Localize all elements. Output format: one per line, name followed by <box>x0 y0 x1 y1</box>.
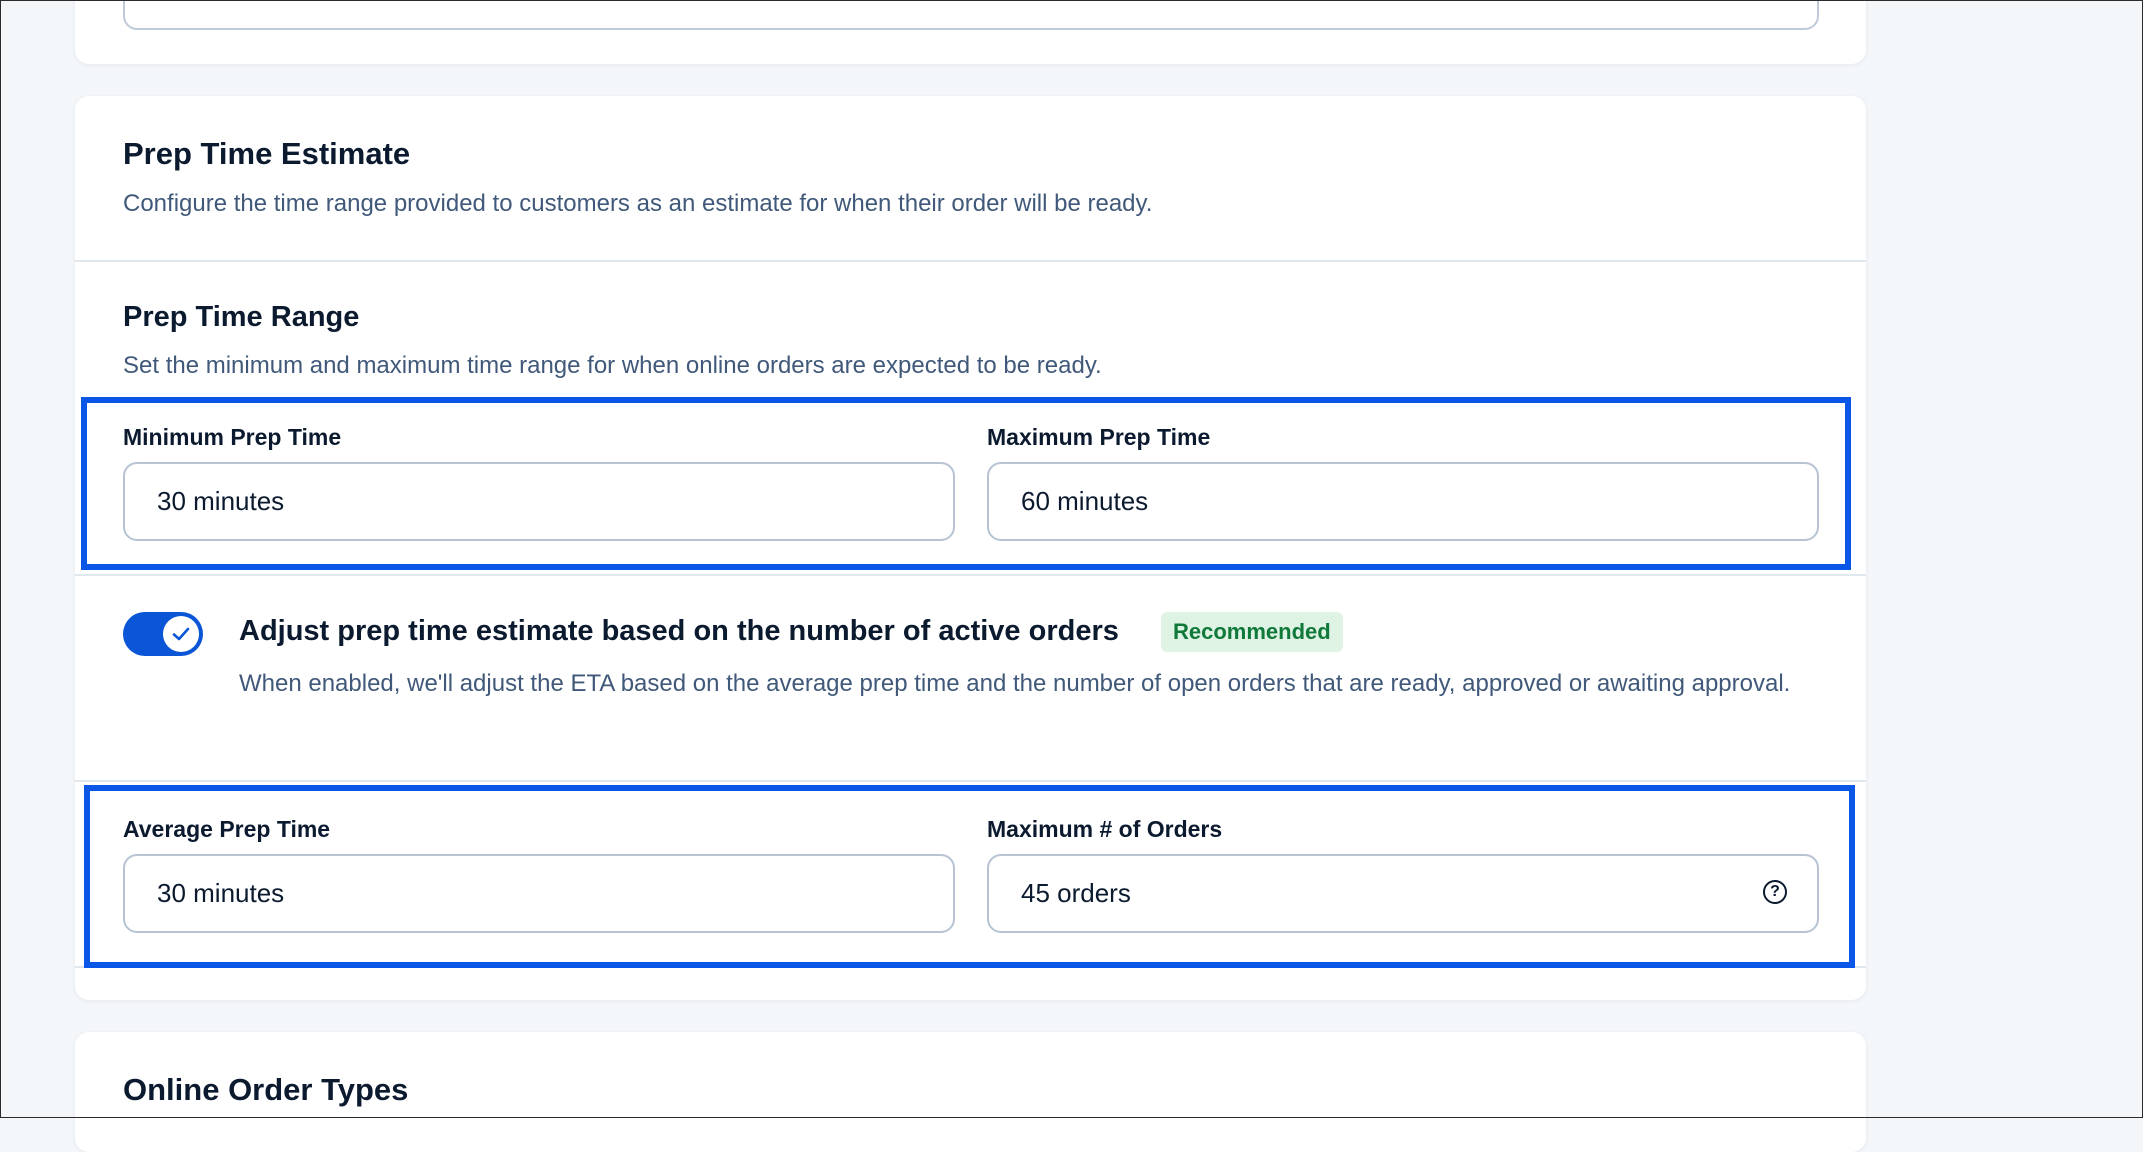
maximum-orders-value: 45 orders <box>1021 878 1131 908</box>
adjust-prep-time-toggle[interactable] <box>123 612 203 656</box>
section-description-prep-time-estimate: Configure the time range provided to cus… <box>123 190 1153 217</box>
divider <box>75 966 1866 968</box>
divider <box>75 780 1866 782</box>
section-title-online-order-types: Online Order Types <box>123 1072 409 1107</box>
previous-input-field[interactable] <box>123 0 1819 30</box>
subsection-title-prep-time-range: Prep Time Range <box>123 301 360 333</box>
toggle-knob <box>163 616 199 652</box>
maximum-prep-time-label: Maximum Prep Time <box>987 424 1211 450</box>
maximum-prep-time-input[interactable]: 60 minutes <box>987 462 1819 541</box>
average-prep-time-value: 30 minutes <box>157 878 285 908</box>
online-order-types-card: Online Order Types <box>75 1032 1866 1152</box>
divider <box>75 574 1866 576</box>
previous-settings-card <box>75 0 1866 64</box>
recommended-badge: Recommended <box>1161 612 1343 652</box>
prep-time-estimate-card: Prep Time Estimate Configure the time ra… <box>75 96 1866 1000</box>
minimum-prep-time-input[interactable]: 30 minutes <box>123 462 955 541</box>
help-icon[interactable]: ? <box>1763 880 1787 904</box>
section-title-prep-time-estimate: Prep Time Estimate <box>123 136 411 171</box>
divider <box>75 260 1866 262</box>
subsection-description-prep-time-range: Set the minimum and maximum time range f… <box>123 352 1102 379</box>
maximum-orders-input[interactable]: 45 orders ? <box>987 854 1819 933</box>
average-prep-time-input[interactable]: 30 minutes <box>123 854 955 933</box>
adjust-prep-time-description: When enabled, we'll adjust the ETA based… <box>239 670 1791 697</box>
average-prep-time-label: Average Prep Time <box>123 816 331 842</box>
minimum-prep-time-label: Minimum Prep Time <box>123 424 342 450</box>
adjust-prep-time-title: Adjust prep time estimate based on the n… <box>239 615 1119 647</box>
checkmark-icon <box>172 627 190 641</box>
maximum-prep-time-value: 60 minutes <box>1021 486 1149 516</box>
minimum-prep-time-value: 30 minutes <box>157 486 285 516</box>
maximum-orders-label: Maximum # of Orders <box>987 816 1223 842</box>
